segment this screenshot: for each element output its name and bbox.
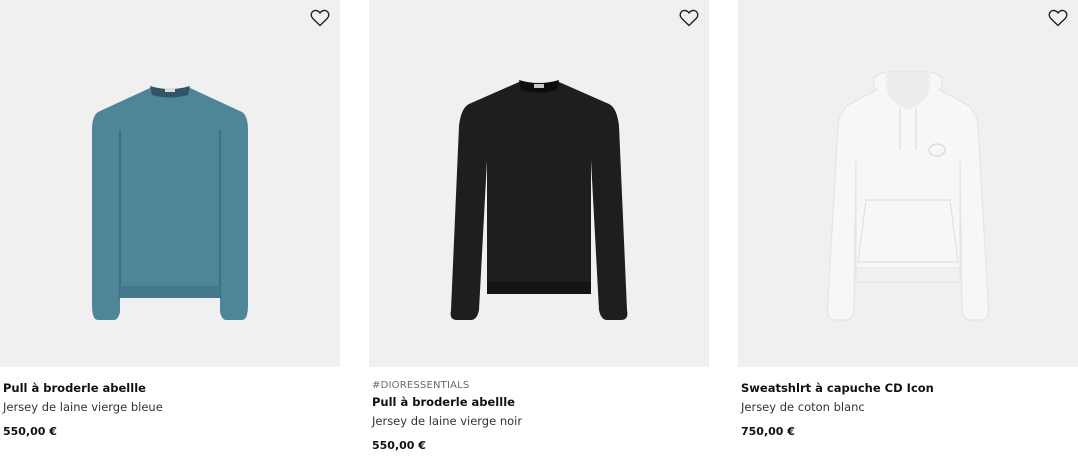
- product-tag: #DIORESSENTIALS: [372, 380, 470, 391]
- product-price: 550,00 €: [3, 425, 57, 438]
- product-info: Pull à broderle abellle Jersey de laine …: [3, 374, 337, 439]
- product-title[interactable]: Pull à broderle abellle: [3, 380, 337, 396]
- product-card[interactable]: #DIORESSENTIALS Pull à broderle abellle …: [369, 0, 709, 456]
- product-info: Sweatshlrt à capuche CD Icon Jersey de c…: [741, 374, 1075, 439]
- sweater-image: [92, 86, 248, 320]
- product-card[interactable]: Sweatshlrt à capuche CD Icon Jersey de c…: [738, 0, 1078, 456]
- heart-outline-icon[interactable]: [679, 9, 699, 27]
- heart-outline-icon[interactable]: [1048, 9, 1068, 27]
- product-title[interactable]: Pull à broderle abellle: [372, 394, 706, 410]
- product-price: 750,00 €: [741, 425, 795, 438]
- product-image[interactable]: [738, 0, 1078, 367]
- product-card[interactable]: Pull à broderle abellle Jersey de laine …: [0, 0, 340, 456]
- hoodie-image: [827, 71, 989, 321]
- product-grid: Pull à broderle abellle Jersey de laine …: [0, 0, 1078, 456]
- product-title[interactable]: Sweatshlrt à capuche CD Icon: [741, 380, 1075, 396]
- heart-outline-icon[interactable]: [310, 9, 330, 27]
- product-subtitle: Jersey de laine vierge bleue: [3, 400, 163, 414]
- sweater-image: [450, 80, 628, 320]
- sweater-body: [92, 88, 248, 320]
- product-info: #DIORESSENTIALS Pull à broderle abellle …: [372, 374, 706, 453]
- product-price: 550,00 €: [372, 439, 426, 452]
- product-image[interactable]: [0, 0, 340, 367]
- product-subtitle: Jersey de laine vierge noir: [372, 414, 523, 428]
- product-image[interactable]: [369, 0, 709, 367]
- product-subtitle: Jersey de coton blanc: [741, 400, 865, 414]
